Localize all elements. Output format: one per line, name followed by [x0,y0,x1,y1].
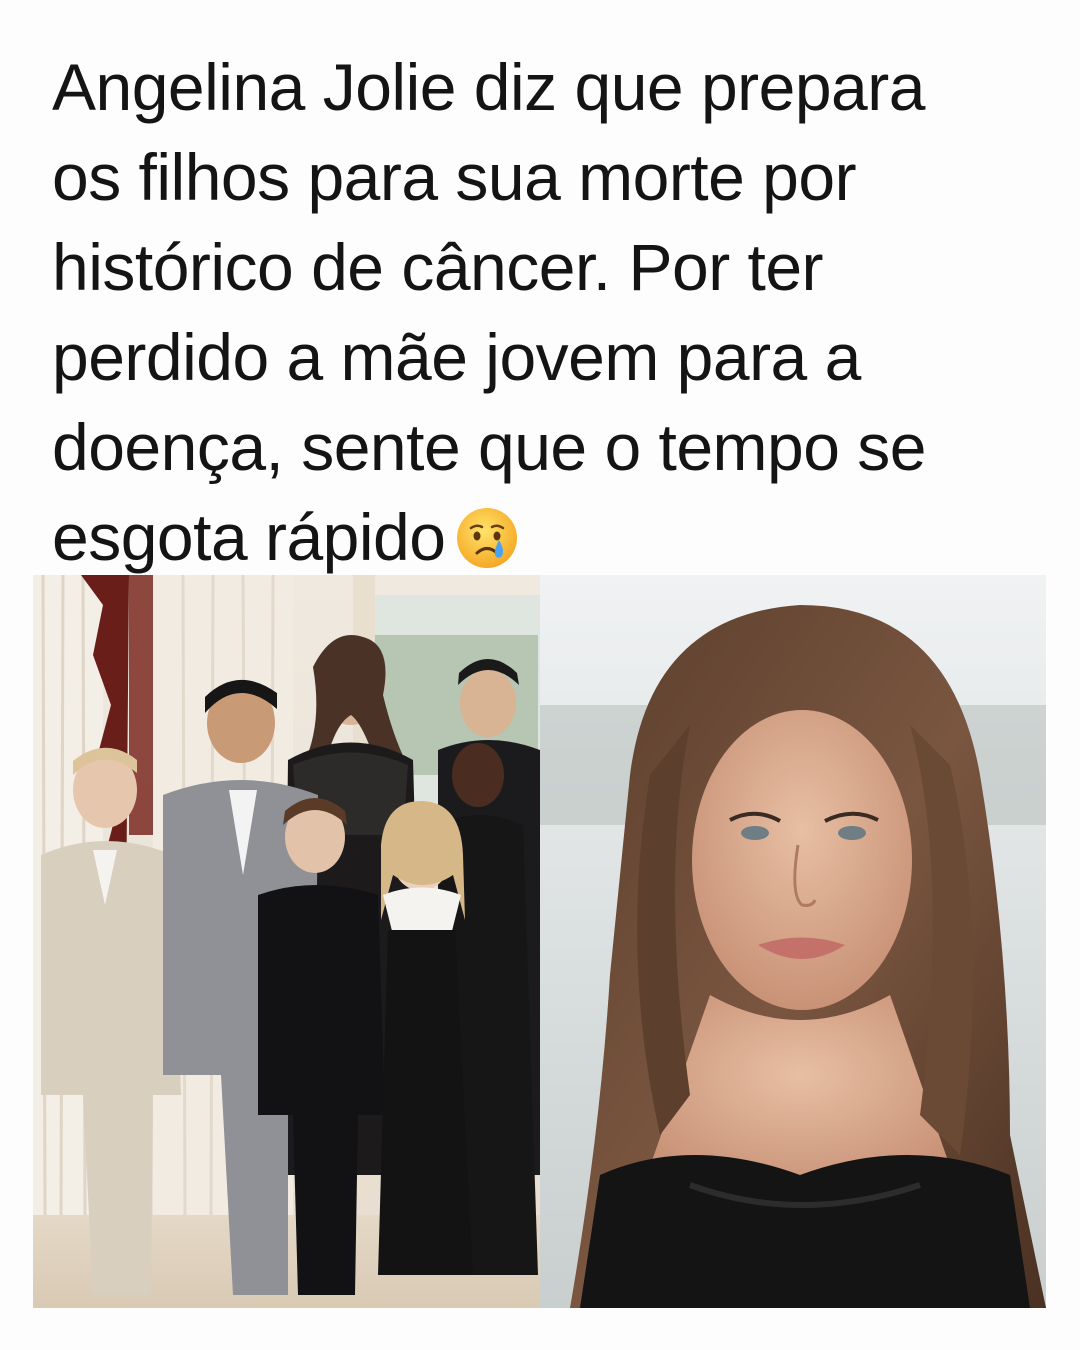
headline-line-3: histórico de câncer. Por ter [52,230,824,304]
headline-line-1: Angelina Jolie diz que prepara [52,50,925,124]
photo-collage [33,575,1046,1308]
headline-line-2: os filhos para sua morte por [52,140,857,214]
post-card: Angelina Jolie diz que prepara os filhos… [0,0,1080,1350]
headline-line-4: perdido a mãe jovem para a [52,320,861,394]
headline-line-5: doença, sente que o tempo se [52,410,926,484]
headline-line-6-text: esgota rápido [52,500,446,574]
portrait-photo [540,575,1046,1308]
headline: Angelina Jolie diz que prepara os filhos… [52,42,1042,582]
family-photo [33,575,540,1308]
headline-line-6: esgota rápido [52,492,1042,582]
crying-face-icon [455,502,519,568]
